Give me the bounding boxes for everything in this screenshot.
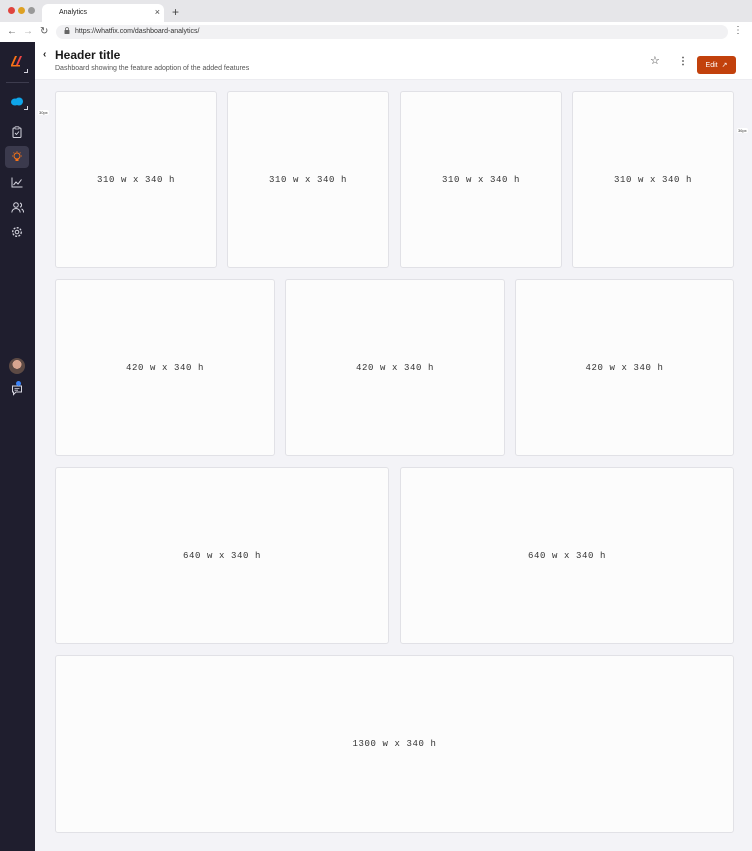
widget-card[interactable]: 420 w x 340 h	[55, 279, 275, 456]
expand-corner-icon	[24, 69, 28, 73]
back-chevron-icon[interactable]: ‹	[43, 49, 46, 60]
chart-icon[interactable]	[5, 171, 29, 193]
card-size-label: 640 w x 340 h	[182, 550, 261, 561]
widget-card[interactable]: 310 w x 340 h	[55, 91, 217, 268]
url-text: https://whatfix.com/dashboard-analytics/	[75, 28, 200, 35]
clipboard-icon[interactable]	[5, 121, 29, 143]
user-avatar[interactable]	[9, 358, 25, 374]
browser-tab[interactable]: Analytics ×	[42, 4, 164, 22]
widget-card[interactable]: 420 w x 340 h	[285, 279, 505, 456]
address-bar[interactable]: https://whatfix.com/dashboard-analytics/	[56, 25, 728, 39]
sidebar-divider	[6, 82, 29, 83]
page-title: Header title	[55, 48, 121, 62]
notification-badge	[16, 381, 21, 386]
widget-card[interactable]: 310 w x 340 h	[572, 91, 734, 268]
page-header: ‹ Header title Dashboard showing the fea…	[35, 42, 752, 80]
right-spacing-annotation: 36px	[737, 128, 748, 133]
widget-card[interactable]: 640 w x 340 h	[400, 467, 734, 644]
card-size-label: 420 w x 340 h	[355, 362, 434, 373]
forward-arrow-icon[interactable]: →	[23, 26, 33, 38]
card-size-label: 640 w x 340 h	[527, 550, 606, 561]
tab-title: Analytics	[59, 9, 88, 16]
card-size-label: 310 w x 340 h	[441, 174, 520, 185]
card-size-label: 420 w x 340 h	[125, 362, 204, 373]
browser-menu-icon[interactable]: ⋮	[733, 25, 743, 37]
browser-chrome: Analytics × + ← → ↻ https://whatfix.com/…	[0, 0, 752, 42]
sidebar	[0, 42, 35, 851]
widget-card[interactable]: 1300 w x 340 h	[55, 655, 734, 833]
widget-card[interactable]: 640 w x 340 h	[55, 467, 389, 644]
browser-toolbar: ← → ↻ https://whatfix.com/dashboard-anal…	[0, 22, 752, 42]
expand-corner-icon	[24, 106, 28, 110]
edit-button-label: Edit	[705, 61, 718, 69]
card-size-label: 310 w x 340 h	[96, 174, 175, 185]
card-size-label: 310 w x 340 h	[613, 174, 692, 185]
tab-bar: Analytics × +	[0, 0, 752, 22]
widget-card[interactable]: 310 w x 340 h	[227, 91, 389, 268]
widget-card[interactable]: 420 w x 340 h	[515, 279, 734, 456]
edit-button[interactable]: Edit ↗	[697, 56, 736, 74]
widget-card[interactable]: 310 w x 340 h	[400, 91, 562, 268]
card-size-label: 1300 w x 340 h	[352, 739, 437, 749]
close-window-button[interactable]	[8, 7, 15, 14]
edit-icon: ↗	[721, 62, 728, 69]
back-arrow-icon[interactable]: ←	[7, 26, 17, 38]
settings-icon[interactable]	[5, 221, 29, 243]
minimize-window-button[interactable]	[18, 7, 25, 14]
more-options-icon[interactable]: ⋮	[678, 56, 688, 67]
page-subtitle: Dashboard showing the feature adoption o…	[55, 65, 250, 72]
maximize-window-button[interactable]	[28, 7, 35, 14]
reload-icon[interactable]: ↻	[40, 26, 48, 38]
users-icon[interactable]	[5, 196, 29, 218]
card-size-label: 420 w x 340 h	[585, 362, 664, 373]
tab-close-icon[interactable]: ×	[155, 7, 160, 17]
dashboard-canvas: 310 w x 340 h 310 w x 340 h 310 w x 340 …	[35, 80, 752, 851]
card-size-label: 310 w x 340 h	[268, 174, 347, 185]
new-tab-icon[interactable]: +	[172, 6, 179, 18]
left-spacing-annotation: 30px	[38, 110, 49, 115]
lock-icon	[64, 27, 70, 36]
lightbulb-icon[interactable]	[5, 146, 29, 168]
star-icon[interactable]: ☆	[650, 56, 660, 67]
